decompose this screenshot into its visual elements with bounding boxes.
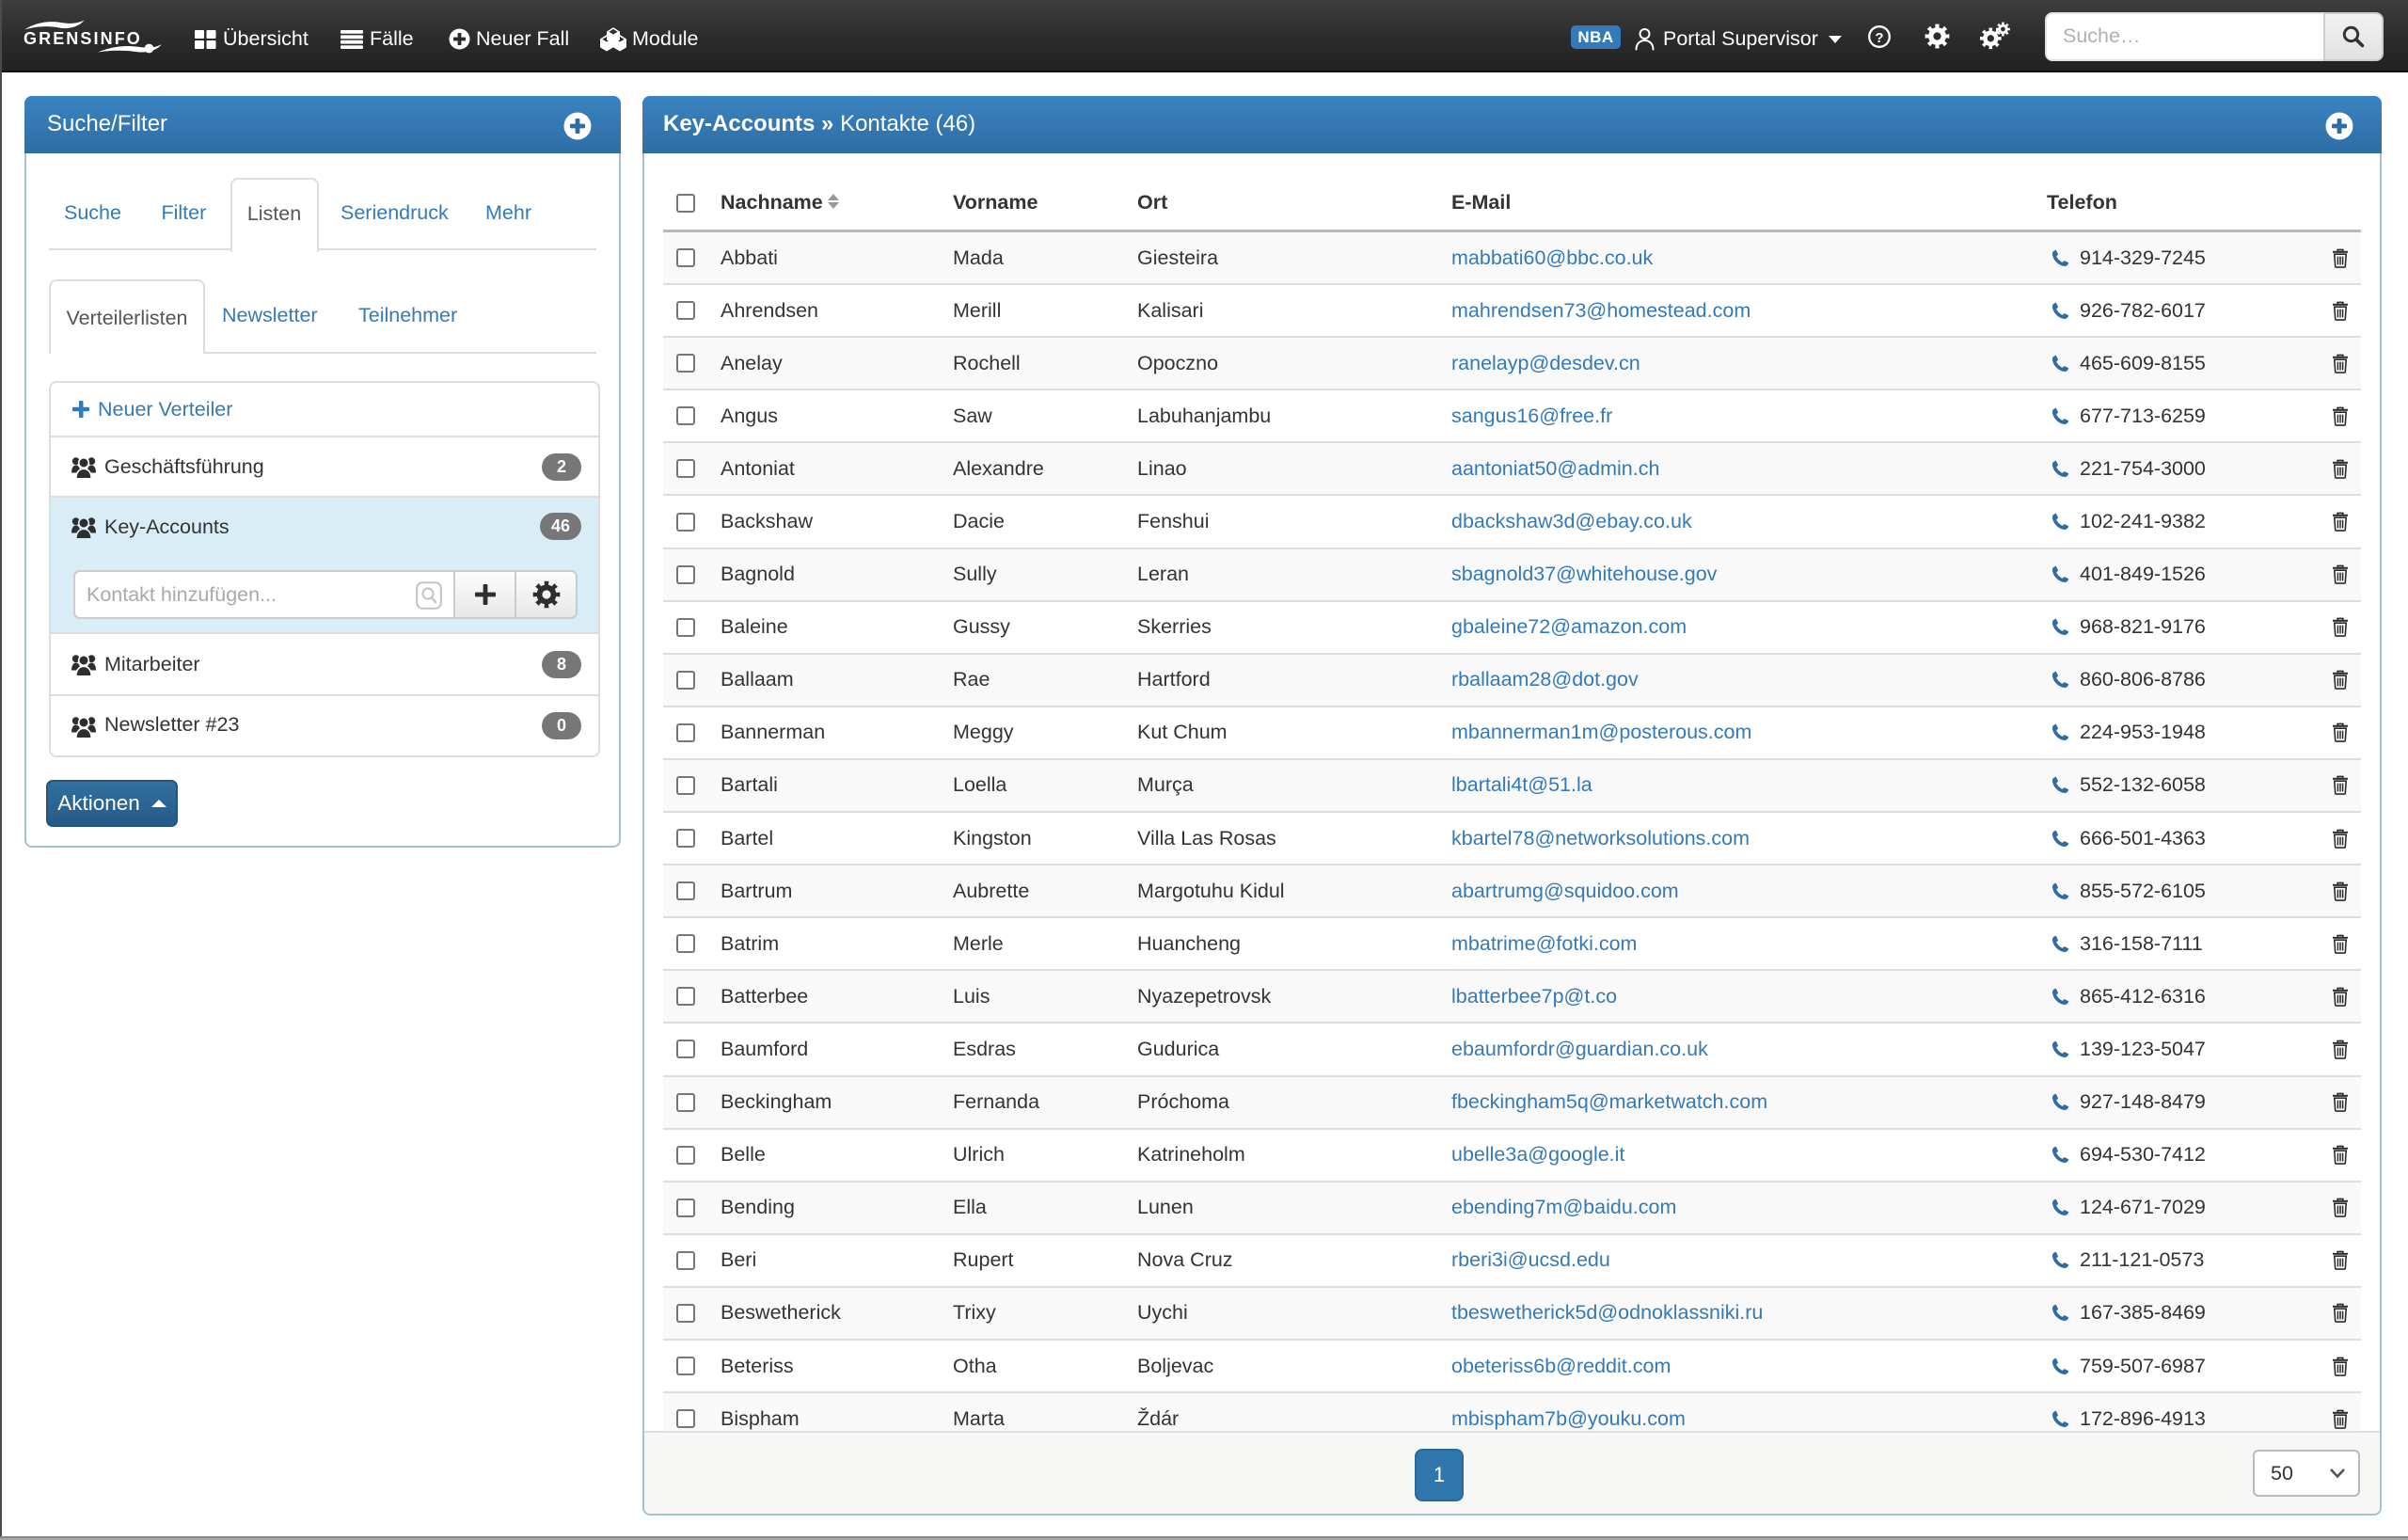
svg-text:GRENSINFO: GRENSINFO xyxy=(24,29,142,48)
svg-text:?: ? xyxy=(1875,30,1883,46)
